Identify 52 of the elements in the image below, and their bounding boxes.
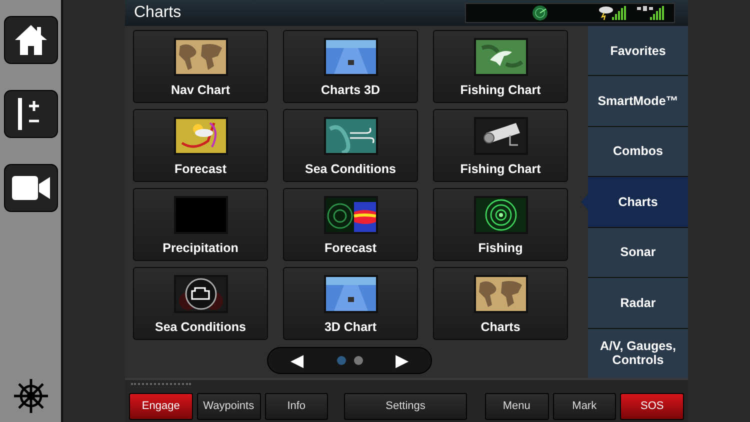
category-tab[interactable]: Combos [588, 126, 688, 176]
video-camera-icon [12, 176, 50, 200]
app-tile[interactable]: Fishing Chart [433, 30, 568, 103]
app-tile[interactable]: Charts [433, 267, 568, 340]
category-tab[interactable]: A/V, Gauges, Controls [588, 328, 688, 378]
app-tile[interactable]: Sea Conditions [283, 109, 418, 182]
selection-pointer-icon [581, 194, 588, 210]
category-tab[interactable]: SmartMode™ [588, 76, 688, 126]
page-indicator-dot[interactable] [336, 356, 346, 365]
weather-map-icon [174, 117, 228, 155]
boat-on-water-icon [324, 38, 378, 76]
engine-gauge-icon [174, 275, 228, 313]
satellite-signal-icon [636, 5, 666, 21]
world-map-icon [474, 275, 528, 313]
app-tile[interactable]: Nav Chart [133, 30, 268, 103]
radar-and-sonar-icon [324, 196, 378, 234]
radar-icon [532, 5, 548, 21]
category-tab[interactable]: Favorites [588, 26, 688, 76]
toolbar-button[interactable]: Info [264, 393, 328, 420]
toolbar-button[interactable]: Mark [552, 393, 616, 420]
toolbar-button[interactable]: Engage [129, 393, 193, 420]
home-button[interactable] [4, 16, 58, 64]
security-camera-icon [474, 117, 528, 155]
toolbar-button[interactable]: SOS [620, 393, 684, 420]
app-tile[interactable]: Precipitation [133, 188, 268, 261]
app-tile[interactable]: Forecast [133, 109, 268, 182]
helm-icon[interactable] [12, 378, 48, 414]
category-tab[interactable]: Radar [588, 278, 688, 328]
toolbar-button[interactable]: Menu [484, 393, 549, 420]
window-title: Charts [134, 3, 182, 23]
app-tile[interactable]: Sea Conditions [133, 267, 268, 340]
toolbar-button[interactable]: Waypoints [196, 393, 260, 420]
app-tile[interactable]: Fishing Chart [433, 109, 568, 182]
world-map-icon [174, 38, 228, 76]
home-icon [14, 24, 48, 56]
app-tile[interactable]: Charts 3D [283, 30, 418, 103]
next-page-button[interactable]: ▶ [373, 352, 431, 369]
page-indicator-dot[interactable] [354, 356, 362, 365]
wind-map-icon [324, 117, 378, 155]
zoom-button[interactable] [4, 90, 58, 138]
previous-page-button[interactable]: ◀ [268, 352, 326, 369]
app-tile[interactable]: Forecast [283, 188, 418, 261]
app-tile[interactable]: 3D Chart [283, 267, 418, 340]
fish-on-map-icon [474, 38, 528, 76]
blank-screen-icon [174, 196, 228, 234]
app-tile[interactable]: Fishing [433, 188, 568, 261]
category-tab[interactable]: Sonar [588, 228, 688, 278]
weather-signal-icon [598, 5, 628, 21]
radar-screen-icon [474, 196, 528, 234]
toolbar-button[interactable]: Settings [344, 393, 467, 420]
video-camera-button[interactable] [4, 164, 58, 212]
boat-on-water-icon [324, 275, 378, 313]
